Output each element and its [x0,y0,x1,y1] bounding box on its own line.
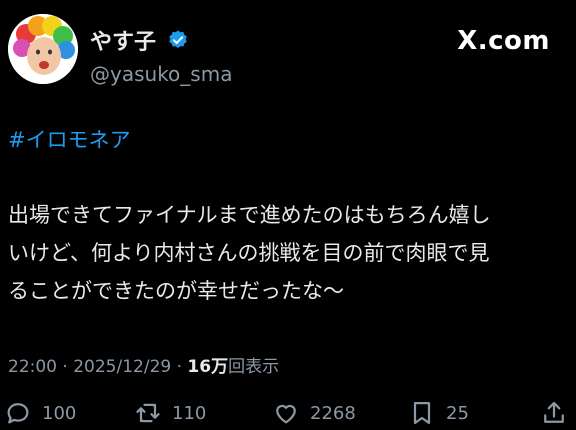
views-count: 16万 [187,357,229,377]
meta-separator: · [176,357,188,377]
repost-icon [136,403,160,423]
views-label: 回表示 [228,357,280,377]
action-bar: 100 110 2268 25 [4,398,570,428]
verified-badge-icon [169,30,187,48]
reply-count: 100 [42,402,77,424]
meta-separator: · [62,357,74,377]
like-count: 2268 [310,402,356,424]
hashtag-link[interactable]: #イロモネア [8,124,131,154]
post-time[interactable]: 22:00 [8,357,57,377]
share-icon [544,401,564,423]
reply-button[interactable]: 100 [4,398,76,428]
post-header: やす子 @yasuko_sma X.com [8,14,556,86]
share-button[interactable] [540,398,576,428]
post-text-line: ることができたのが幸せだったな〜 [8,279,344,303]
avatar[interactable] [8,14,78,84]
post-text: 出場できてファイナルまで進めたのはもちろん嬉し いけど、何より内村さんの挑戦を目… [8,196,568,310]
like-icon [276,404,296,424]
repost-button[interactable]: 110 [134,398,206,428]
reply-icon [7,403,29,424]
brand-logo: X.com [457,26,550,56]
avatar-image [8,14,78,84]
bookmark-icon [413,401,431,425]
post-date[interactable]: 2025/12/29 [73,357,171,377]
like-button[interactable]: 2268 [272,398,356,428]
post-text-line: 出場できてファイナルまで進めたのはもちろん嬉し [8,203,491,227]
bookmark-button[interactable]: 25 [408,398,469,428]
bookmark-count: 25 [446,402,469,424]
post-text-line: いけど、何より内村さんの挑戦を目の前で肉眼で見 [8,241,490,265]
repost-count: 110 [172,402,207,424]
user-handle[interactable]: @yasuko_sma [90,62,232,86]
display-name[interactable]: やす子 [90,24,156,56]
post-meta: 22:00 · 2025/12/29 · 16万回表示 [8,352,279,377]
user-info: やす子 @yasuko_sma [90,24,232,86]
